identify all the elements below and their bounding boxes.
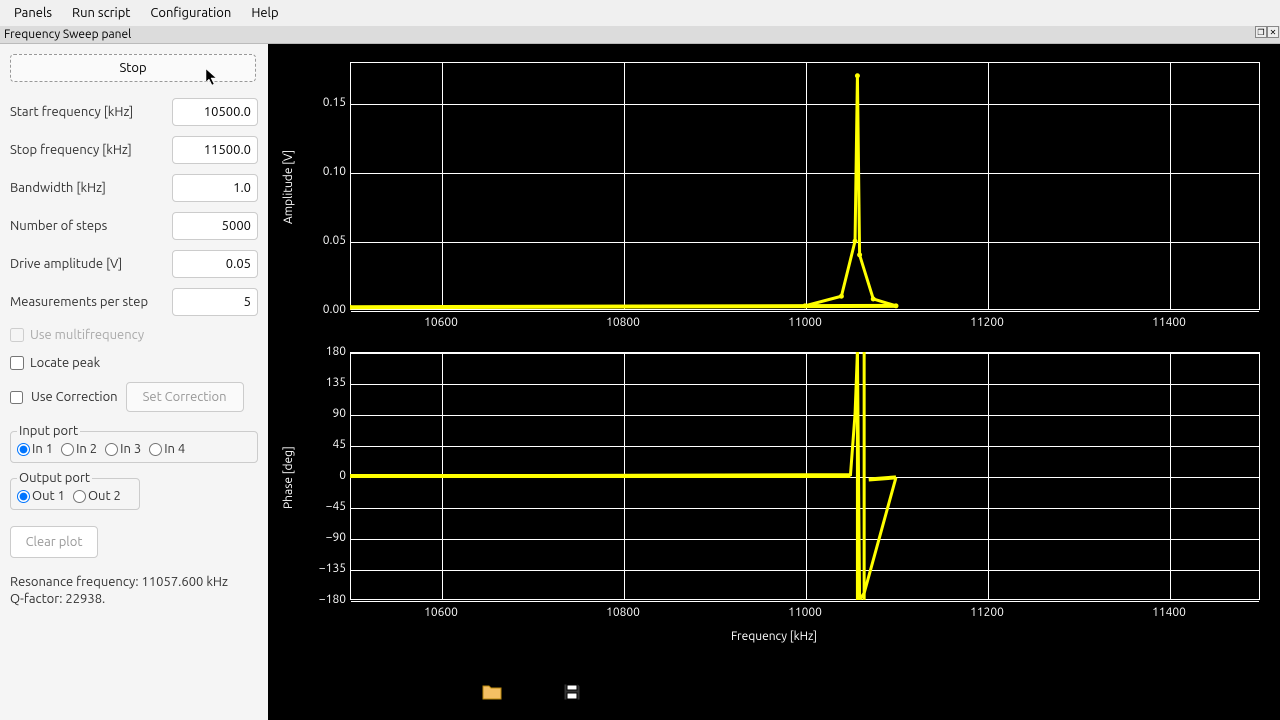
xtick: 11400 xyxy=(1144,606,1194,619)
menu-help[interactable]: Help xyxy=(241,2,288,24)
ytick: −90 xyxy=(306,531,346,544)
x-axis-label: Frequency [kHz] xyxy=(268,630,1280,643)
steps-label: Number of steps xyxy=(10,219,107,233)
meas-per-step-input[interactable] xyxy=(172,288,258,316)
menubar: Panels Run script Configuration Help xyxy=(0,0,1280,26)
use-multifrequency-label: Use multifrequency xyxy=(30,328,144,342)
in2-radio[interactable] xyxy=(61,443,74,456)
q-factor-text: Q-factor: 22938. xyxy=(10,591,258,608)
start-freq-label: Start frequency [kHz] xyxy=(10,105,133,119)
pan-icon[interactable] xyxy=(358,678,386,706)
resonance-freq-text: Resonance frequency: 11057.600 kHz xyxy=(10,574,258,591)
amplitude-ylabel: Amplitude [V] xyxy=(282,150,295,224)
xtick: 10600 xyxy=(416,316,466,329)
use-correction-label: Use Correction xyxy=(31,390,118,404)
out2-radio[interactable] xyxy=(73,490,86,503)
locate-peak-checkbox[interactable] xyxy=(10,356,24,370)
ytick: 0.15 xyxy=(306,96,346,109)
start-freq-input[interactable] xyxy=(172,98,258,126)
ytick: 0.10 xyxy=(306,165,346,178)
meas-per-step-label: Measurements per step xyxy=(10,295,148,309)
input-port-legend: Input port xyxy=(17,424,80,438)
set-correction-button: Set Correction xyxy=(126,382,244,412)
home-icon[interactable] xyxy=(318,678,346,706)
zoom-icon[interactable] xyxy=(398,678,426,706)
ytick: 90 xyxy=(306,407,346,420)
out1-radio[interactable] xyxy=(17,490,30,503)
xtick: 10800 xyxy=(598,316,648,329)
stop-freq-label: Stop frequency [kHz] xyxy=(10,143,132,157)
output-port-legend: Output port xyxy=(17,471,92,485)
phase-ylabel: Phase [deg] xyxy=(282,446,295,509)
steps-input[interactable] xyxy=(172,212,258,240)
xtick: 11000 xyxy=(780,316,830,329)
menu-configuration[interactable]: Configuration xyxy=(140,2,241,24)
use-multifrequency-checkbox xyxy=(10,328,24,342)
ytick: 45 xyxy=(306,438,346,451)
ytick: −180 xyxy=(306,593,346,606)
xtick: 11200 xyxy=(962,316,1012,329)
drive-amp-label: Drive amplitude [V] xyxy=(10,257,122,271)
clear-plot-button: Clear plot xyxy=(10,526,98,558)
ytick: 180 xyxy=(306,345,346,358)
ytick: −45 xyxy=(306,500,346,513)
bandwidth-label: Bandwidth [kHz] xyxy=(10,181,106,195)
sidebar: Stop Start frequency [kHz] Stop frequenc… xyxy=(0,44,268,720)
xtick: 10800 xyxy=(598,606,648,619)
in4-label: In 4 xyxy=(164,442,185,456)
panel-title-text: Frequency Sweep panel xyxy=(4,28,131,41)
xtick: 11000 xyxy=(780,606,830,619)
save-icon[interactable] xyxy=(558,678,586,706)
drive-amp-input[interactable] xyxy=(172,250,258,278)
menu-run-script[interactable]: Run script xyxy=(62,2,140,24)
trash-icon[interactable]: 🗑 xyxy=(278,678,306,706)
in1-label: In 1 xyxy=(32,442,53,456)
ytick: −135 xyxy=(306,562,346,575)
folder-icon[interactable] xyxy=(478,678,506,706)
in2-label: In 2 xyxy=(76,442,97,456)
out2-label: Out 2 xyxy=(88,489,121,503)
use-correction-checkbox[interactable] xyxy=(10,391,23,404)
input-port-group: Input port In 1 In 2 In 3 In 4 xyxy=(10,424,258,463)
ytick: 135 xyxy=(306,376,346,389)
stop-freq-input[interactable] xyxy=(172,136,258,164)
restore-icon[interactable]: ❐ xyxy=(1255,26,1267,38)
menu-panels[interactable]: Panels xyxy=(4,2,62,24)
bandwidth-input[interactable] xyxy=(172,174,258,202)
panel-titlebar: Frequency Sweep panel ❐ ✕ xyxy=(0,26,1280,44)
ytick: 0 xyxy=(306,469,346,482)
stop-button[interactable]: Stop xyxy=(10,54,256,82)
in3-radio[interactable] xyxy=(105,443,118,456)
xtick: 10600 xyxy=(416,606,466,619)
eye-icon[interactable] xyxy=(438,678,466,706)
plot-area[interactable]: Amplitude [V] 10600 10800 11000 11200 11400 0… xyxy=(268,44,1280,720)
configure-plot-icon[interactable] xyxy=(518,678,546,706)
locate-peak-label: Locate peak xyxy=(30,356,100,370)
out1-label: Out 1 xyxy=(32,489,65,503)
in4-radio[interactable] xyxy=(149,443,162,456)
in1-radio[interactable] xyxy=(17,443,30,456)
ytick: 0.00 xyxy=(306,303,346,316)
close-icon[interactable]: ✕ xyxy=(1267,26,1279,38)
in3-label: In 3 xyxy=(120,442,141,456)
ytick: 0.05 xyxy=(306,234,346,247)
plot-toolbar: 🗑 xyxy=(278,674,586,710)
xtick: 11400 xyxy=(1144,316,1194,329)
output-port-group: Output port Out 1 Out 2 xyxy=(10,471,140,510)
xtick: 11200 xyxy=(962,606,1012,619)
